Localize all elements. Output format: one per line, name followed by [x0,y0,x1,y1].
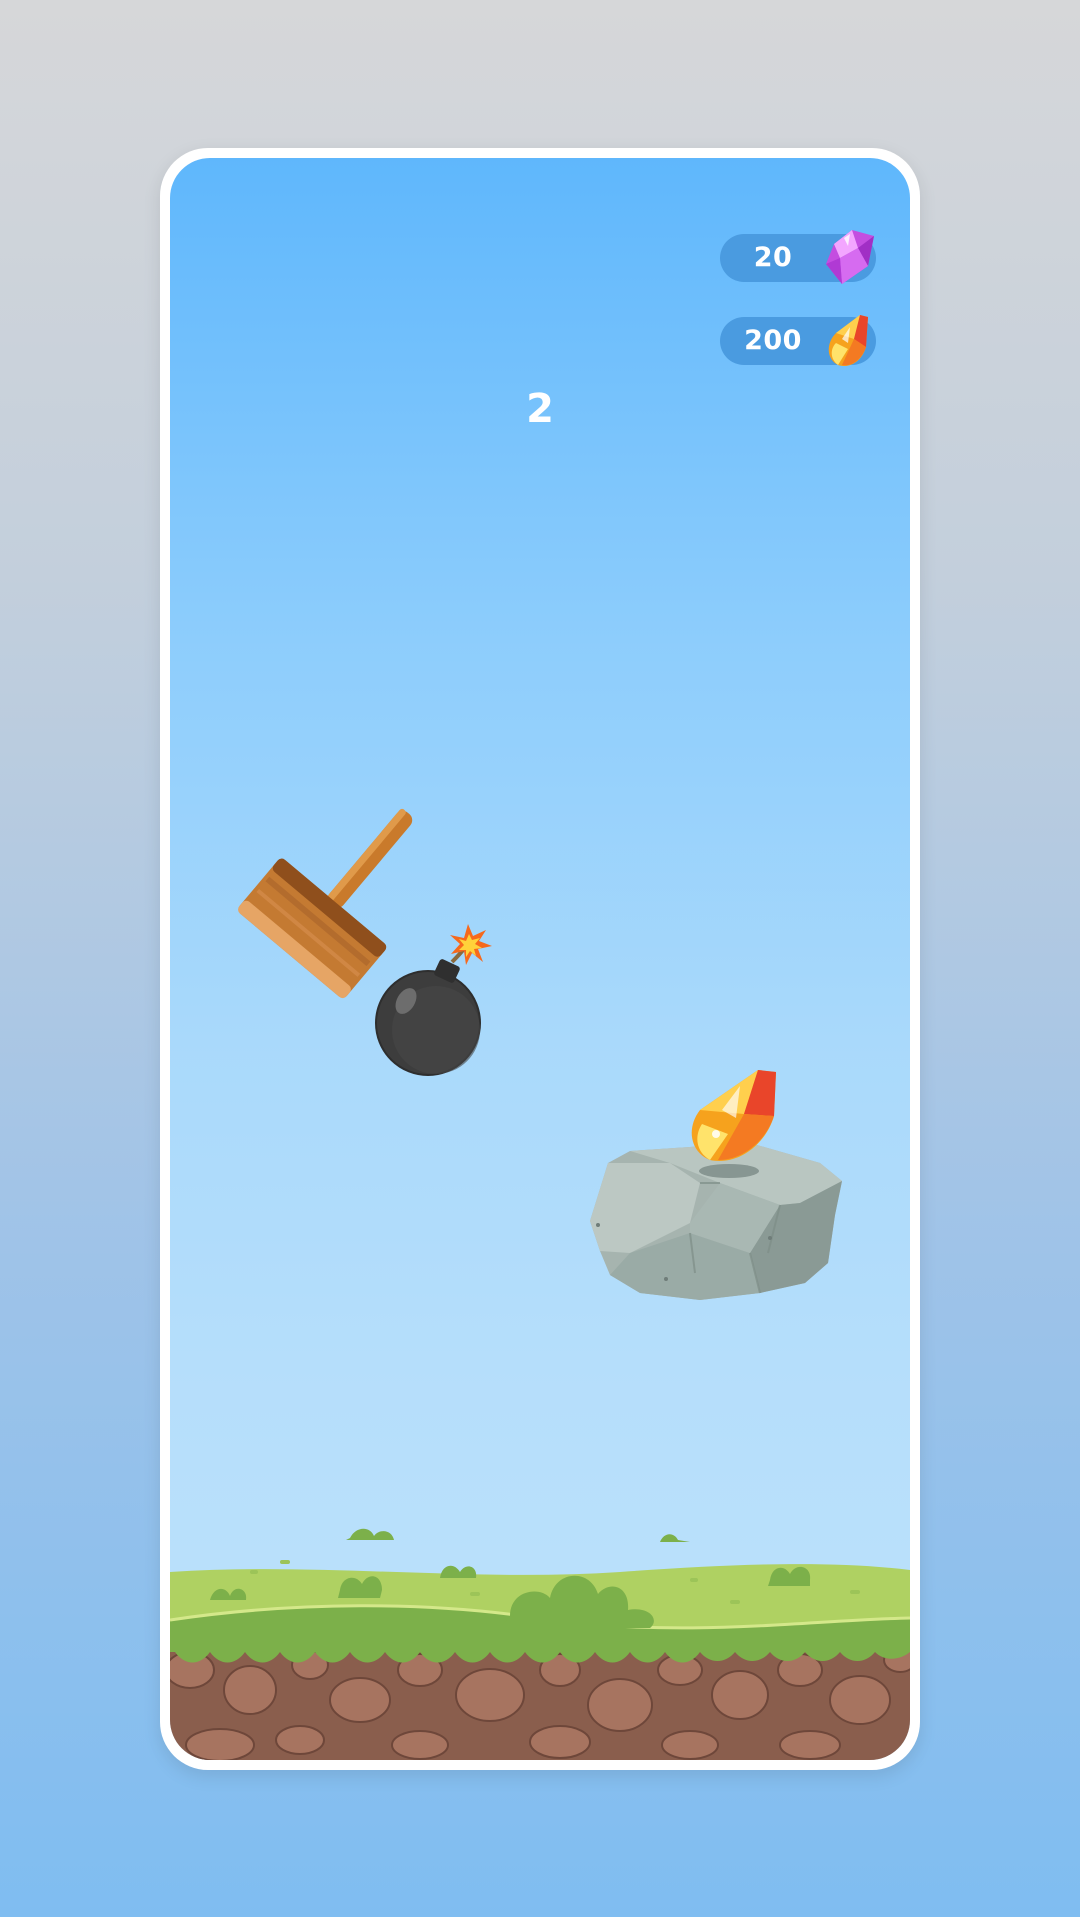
gem-count: 20 [753,242,793,273]
ground-terrain [170,1528,910,1760]
fire-crystal-pickup-icon[interactable] [682,1058,792,1168]
fire-crystal-icon [828,315,868,367]
crystal-counter: 200 [720,315,876,367]
phone-frame: 20 200 2 [160,148,920,1770]
game-screen[interactable]: 20 200 2 [170,158,910,1760]
pink-gem-icon [826,230,874,284]
crystal-count: 200 [744,325,802,356]
bomb-icon[interactable] [370,918,510,1078]
score-label: 2 [526,386,554,432]
gem-counter: 20 [720,230,876,284]
